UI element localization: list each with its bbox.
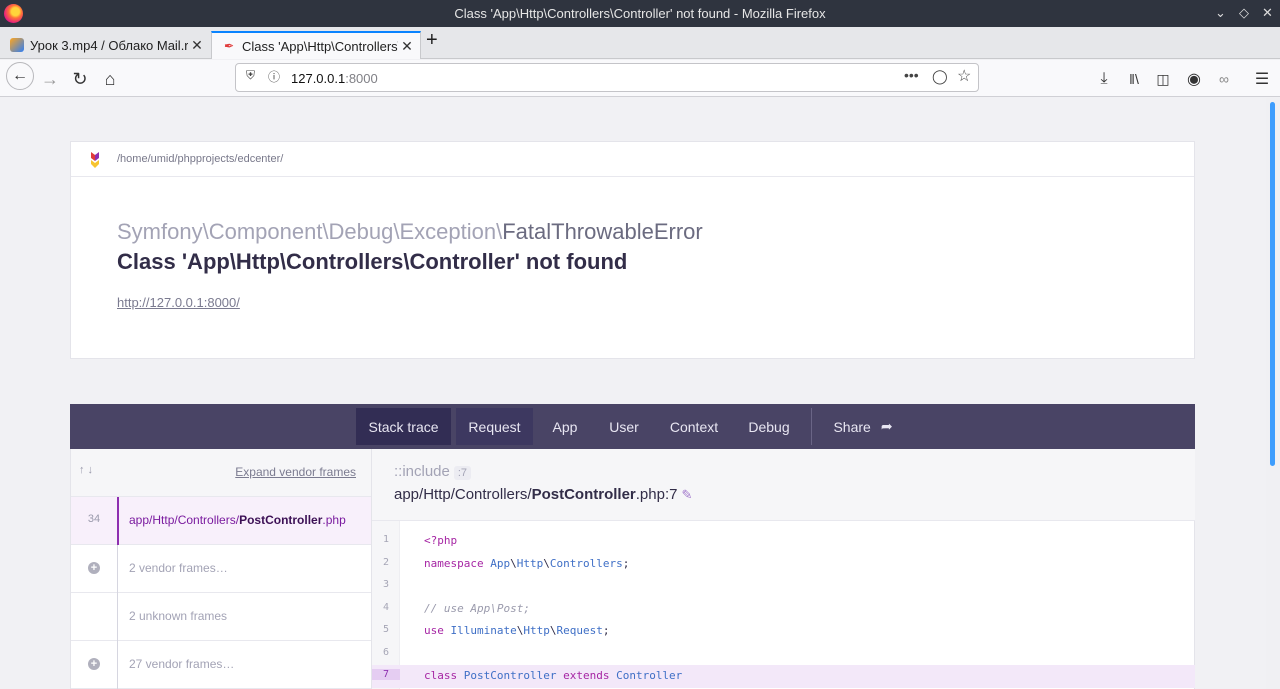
- edit-pencil-icon[interactable]: ✎: [681, 487, 692, 502]
- frame-list: ↑↓ Expand vendor frames 34 app/Http/Cont…: [71, 449, 372, 689]
- library-icon[interactable]: ‖\: [1121, 66, 1147, 92]
- project-path-bar: /home/umid/phpprojects/edcenter/: [71, 142, 1194, 177]
- tab-app[interactable]: App: [540, 408, 590, 445]
- frame-list-header: ↑↓ Expand vendor frames: [71, 449, 371, 497]
- sidebar-icon[interactable]: ◫: [1150, 66, 1176, 92]
- frame-indicator: [117, 497, 119, 545]
- tab-label: Class 'App\Http\Controllers\Controller' …: [242, 38, 398, 54]
- frame-file: app/Http/Controllers/PostController.php:…: [394, 486, 693, 503]
- navigation-toolbar: ← → ↻ ⌂ ⛨ ⓘ 127.0.0.1:8000 ••• ◯ ☆ ⤓ ‖\ …: [0, 60, 1280, 97]
- code-line: 5 use Illuminate\Http\Request;: [382, 624, 610, 637]
- error-card: /home/umid/phpprojects/edcenter/ Symfony…: [70, 141, 1195, 359]
- line-badge: :7: [453, 466, 472, 480]
- ignition-favicon-icon: ✒: [223, 39, 235, 53]
- inspector-tabs: Stack trace Request App User Context Deb…: [70, 404, 1195, 449]
- expand-plus-icon[interactable]: +: [88, 658, 100, 670]
- frame-indicator: [117, 641, 118, 689]
- expand-plus-icon[interactable]: +: [88, 562, 100, 574]
- frame-indicator: [117, 545, 118, 593]
- window-title: Class 'App\Http\Controllers\Controller' …: [454, 6, 826, 21]
- share-button[interactable]: Share ➦: [826, 408, 900, 445]
- code-line: 4// use App\Post;: [382, 601, 530, 615]
- browser-tab-cloud[interactable]: Урок 3.mp4 / Облако Mail.ru ✕: [0, 31, 210, 59]
- frame-number: 34: [87, 513, 101, 525]
- tabs-divider: [811, 408, 812, 445]
- close-window-icon[interactable]: ✕: [1262, 5, 1273, 21]
- forward-button[interactable]: →: [37, 66, 63, 92]
- tab-context[interactable]: Context: [662, 408, 726, 445]
- scrollbar-thumb[interactable]: [1270, 102, 1275, 466]
- frame-nav-arrows-icon[interactable]: ↑↓: [79, 464, 96, 476]
- code-line: 1 <?php: [382, 534, 458, 547]
- code-line: 3: [382, 579, 390, 590]
- reload-button[interactable]: ↻: [67, 66, 93, 92]
- maximize-icon[interactable]: ◇: [1239, 5, 1249, 21]
- unknown-frames-row[interactable]: 2 unknown frames: [71, 593, 371, 641]
- minimize-icon[interactable]: ⌄: [1215, 5, 1226, 21]
- code-panel: ::include:7 app/Http/Controllers/PostCon…: [372, 449, 1195, 689]
- frame-method: ::include:7: [394, 463, 472, 480]
- request-url-link[interactable]: http://127.0.0.1:8000/: [117, 295, 240, 310]
- close-tab-icon[interactable]: ✕: [398, 38, 416, 55]
- tab-stack-trace[interactable]: Stack trace: [356, 408, 451, 445]
- ignition-logo-icon: [91, 152, 99, 168]
- tab-request[interactable]: Request: [456, 408, 533, 445]
- project-path: /home/umid/phpprojects/edcenter/: [117, 153, 284, 165]
- share-arrow-icon: ➦: [880, 418, 893, 434]
- expand-vendor-frames-link[interactable]: Expand vendor frames: [235, 465, 356, 479]
- frame-row[interactable]: 34 app/Http/Controllers/PostController.p…: [71, 497, 371, 545]
- stack-trace-panel: ↑↓ Expand vendor frames 34 app/Http/Cont…: [70, 449, 1195, 689]
- url-text[interactable]: 127.0.0.1:8000: [291, 71, 378, 86]
- exception-name: Symfony\Component\Debug\Exception\FatalT…: [117, 219, 703, 244]
- info-icon[interactable]: ⓘ: [268, 68, 280, 85]
- vendor-frames-row[interactable]: + 2 vendor frames…: [71, 545, 371, 593]
- bookmark-star-icon[interactable]: ☆: [957, 66, 971, 86]
- page-content: /home/umid/phpprojects/edcenter/ Symfony…: [0, 98, 1266, 689]
- frame-indicator: [117, 593, 118, 641]
- new-tab-button[interactable]: +: [426, 29, 438, 52]
- vendor-frames-row[interactable]: + 27 vendor frames…: [71, 641, 371, 689]
- frame-group-label: 27 vendor frames…: [129, 657, 235, 671]
- code-snippet: 1 <?php 2 namespace App\Http\Controllers; …: [372, 530, 1195, 688]
- share-label: Share: [833, 418, 871, 435]
- code-header: ::include:7 app/Http/Controllers/PostCon…: [372, 449, 1195, 521]
- window-titlebar: Class 'App\Http\Controllers\Controller' …: [0, 0, 1280, 27]
- downloads-icon[interactable]: ⤓: [1091, 66, 1117, 92]
- shield-icon[interactable]: ⛨: [246, 68, 255, 83]
- tab-user[interactable]: User: [600, 408, 648, 445]
- page-scrollbar[interactable]: [1266, 98, 1280, 689]
- code-line-highlighted: 7 class PostController extends Controller: [372, 665, 1195, 688]
- home-button[interactable]: ⌂: [97, 66, 123, 92]
- browser-tab-error[interactable]: ✒ Class 'App\Http\Controllers\Controller…: [211, 31, 421, 59]
- code-line: 6: [382, 646, 390, 658]
- code-line: 2 namespace App\Http\Controllers;: [382, 556, 630, 570]
- tab-strip: Урок 3.mp4 / Облако Mail.ru ✕ ✒ Class 'A…: [0, 27, 1280, 59]
- menu-icon[interactable]: ☰: [1249, 66, 1275, 92]
- page-actions-icon[interactable]: •••: [904, 67, 919, 83]
- frame-group-label: 2 vendor frames…: [129, 561, 228, 575]
- exception-message: Class 'App\Http\Controllers\Controller' …: [117, 249, 628, 274]
- tab-label: Урок 3.mp4 / Облако Mail.ru: [30, 37, 188, 53]
- cloud-favicon-icon: [10, 38, 24, 52]
- close-tab-icon[interactable]: ✕: [188, 37, 206, 54]
- pocket-icon[interactable]: ◯: [932, 68, 948, 85]
- account-icon[interactable]: ◉: [1181, 66, 1207, 92]
- frame-path: app/Http/Controllers/PostController.php: [129, 513, 346, 527]
- tab-debug[interactable]: Debug: [740, 408, 798, 445]
- address-bar[interactable]: ⛨ ⓘ 127.0.0.1:8000 ••• ◯ ☆: [235, 63, 979, 92]
- extension-icon[interactable]: ∞: [1211, 66, 1237, 92]
- frame-group-label: 2 unknown frames: [129, 609, 228, 623]
- back-button[interactable]: ←: [6, 62, 34, 90]
